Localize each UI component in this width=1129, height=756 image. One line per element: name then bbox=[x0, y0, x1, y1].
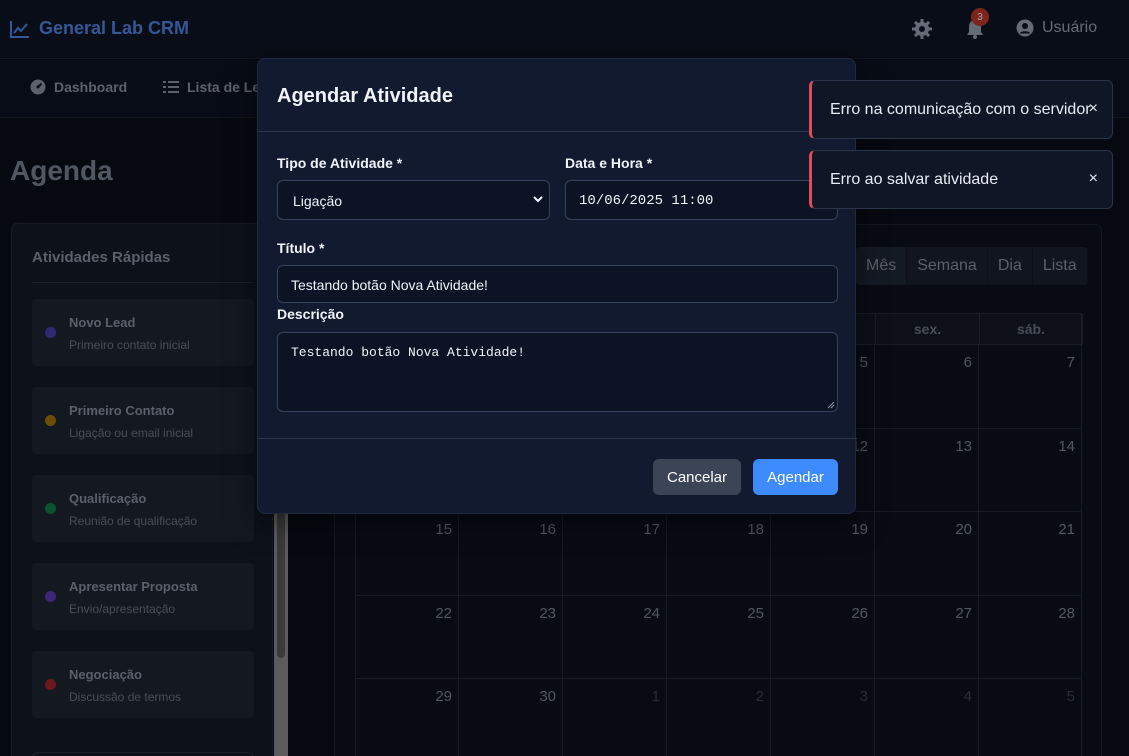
close-icon[interactable]: × bbox=[1089, 100, 1098, 118]
datetime-input[interactable]: 10/06/2025 11:00 bbox=[565, 180, 838, 220]
activity-type-value: Ligação bbox=[293, 193, 343, 209]
title-value: Testando botão Nova Atividade! bbox=[291, 277, 488, 293]
title-input[interactable]: Testando botão Nova Atividade! bbox=[277, 265, 838, 303]
activity-type-label: Tipo de Atividade * bbox=[277, 155, 403, 171]
divider bbox=[258, 438, 857, 439]
schedule-activity-modal: Agendar Atividade Tipo de Atividade * Li… bbox=[257, 58, 857, 514]
chevron-down-icon bbox=[533, 196, 543, 203]
toast-message: Erro na comunicação com o servidor bbox=[830, 101, 1091, 118]
resize-handle-icon[interactable] bbox=[827, 401, 835, 409]
modal-title: Agendar Atividade bbox=[277, 85, 453, 107]
description-value: Testando botão Nova Atividade! bbox=[291, 345, 526, 360]
description-textarea[interactable]: Testando botão Nova Atividade! bbox=[277, 332, 838, 412]
schedule-button[interactable]: Agendar bbox=[753, 459, 838, 495]
error-toast: Erro na comunicação com o servidor × bbox=[809, 80, 1113, 139]
description-label: Descrição bbox=[277, 306, 344, 322]
datetime-value: 10/06/2025 11:00 bbox=[579, 193, 714, 209]
toast-message: Erro ao salvar atividade bbox=[830, 171, 999, 188]
cancel-button[interactable]: Cancelar bbox=[653, 459, 741, 495]
title-label: Título * bbox=[277, 240, 325, 256]
activity-type-select[interactable]: Ligação bbox=[277, 180, 550, 220]
close-icon[interactable]: × bbox=[1089, 170, 1098, 188]
divider bbox=[258, 131, 857, 132]
error-toast: Erro ao salvar atividade × bbox=[809, 150, 1113, 209]
datetime-label: Data e Hora * bbox=[565, 155, 653, 171]
